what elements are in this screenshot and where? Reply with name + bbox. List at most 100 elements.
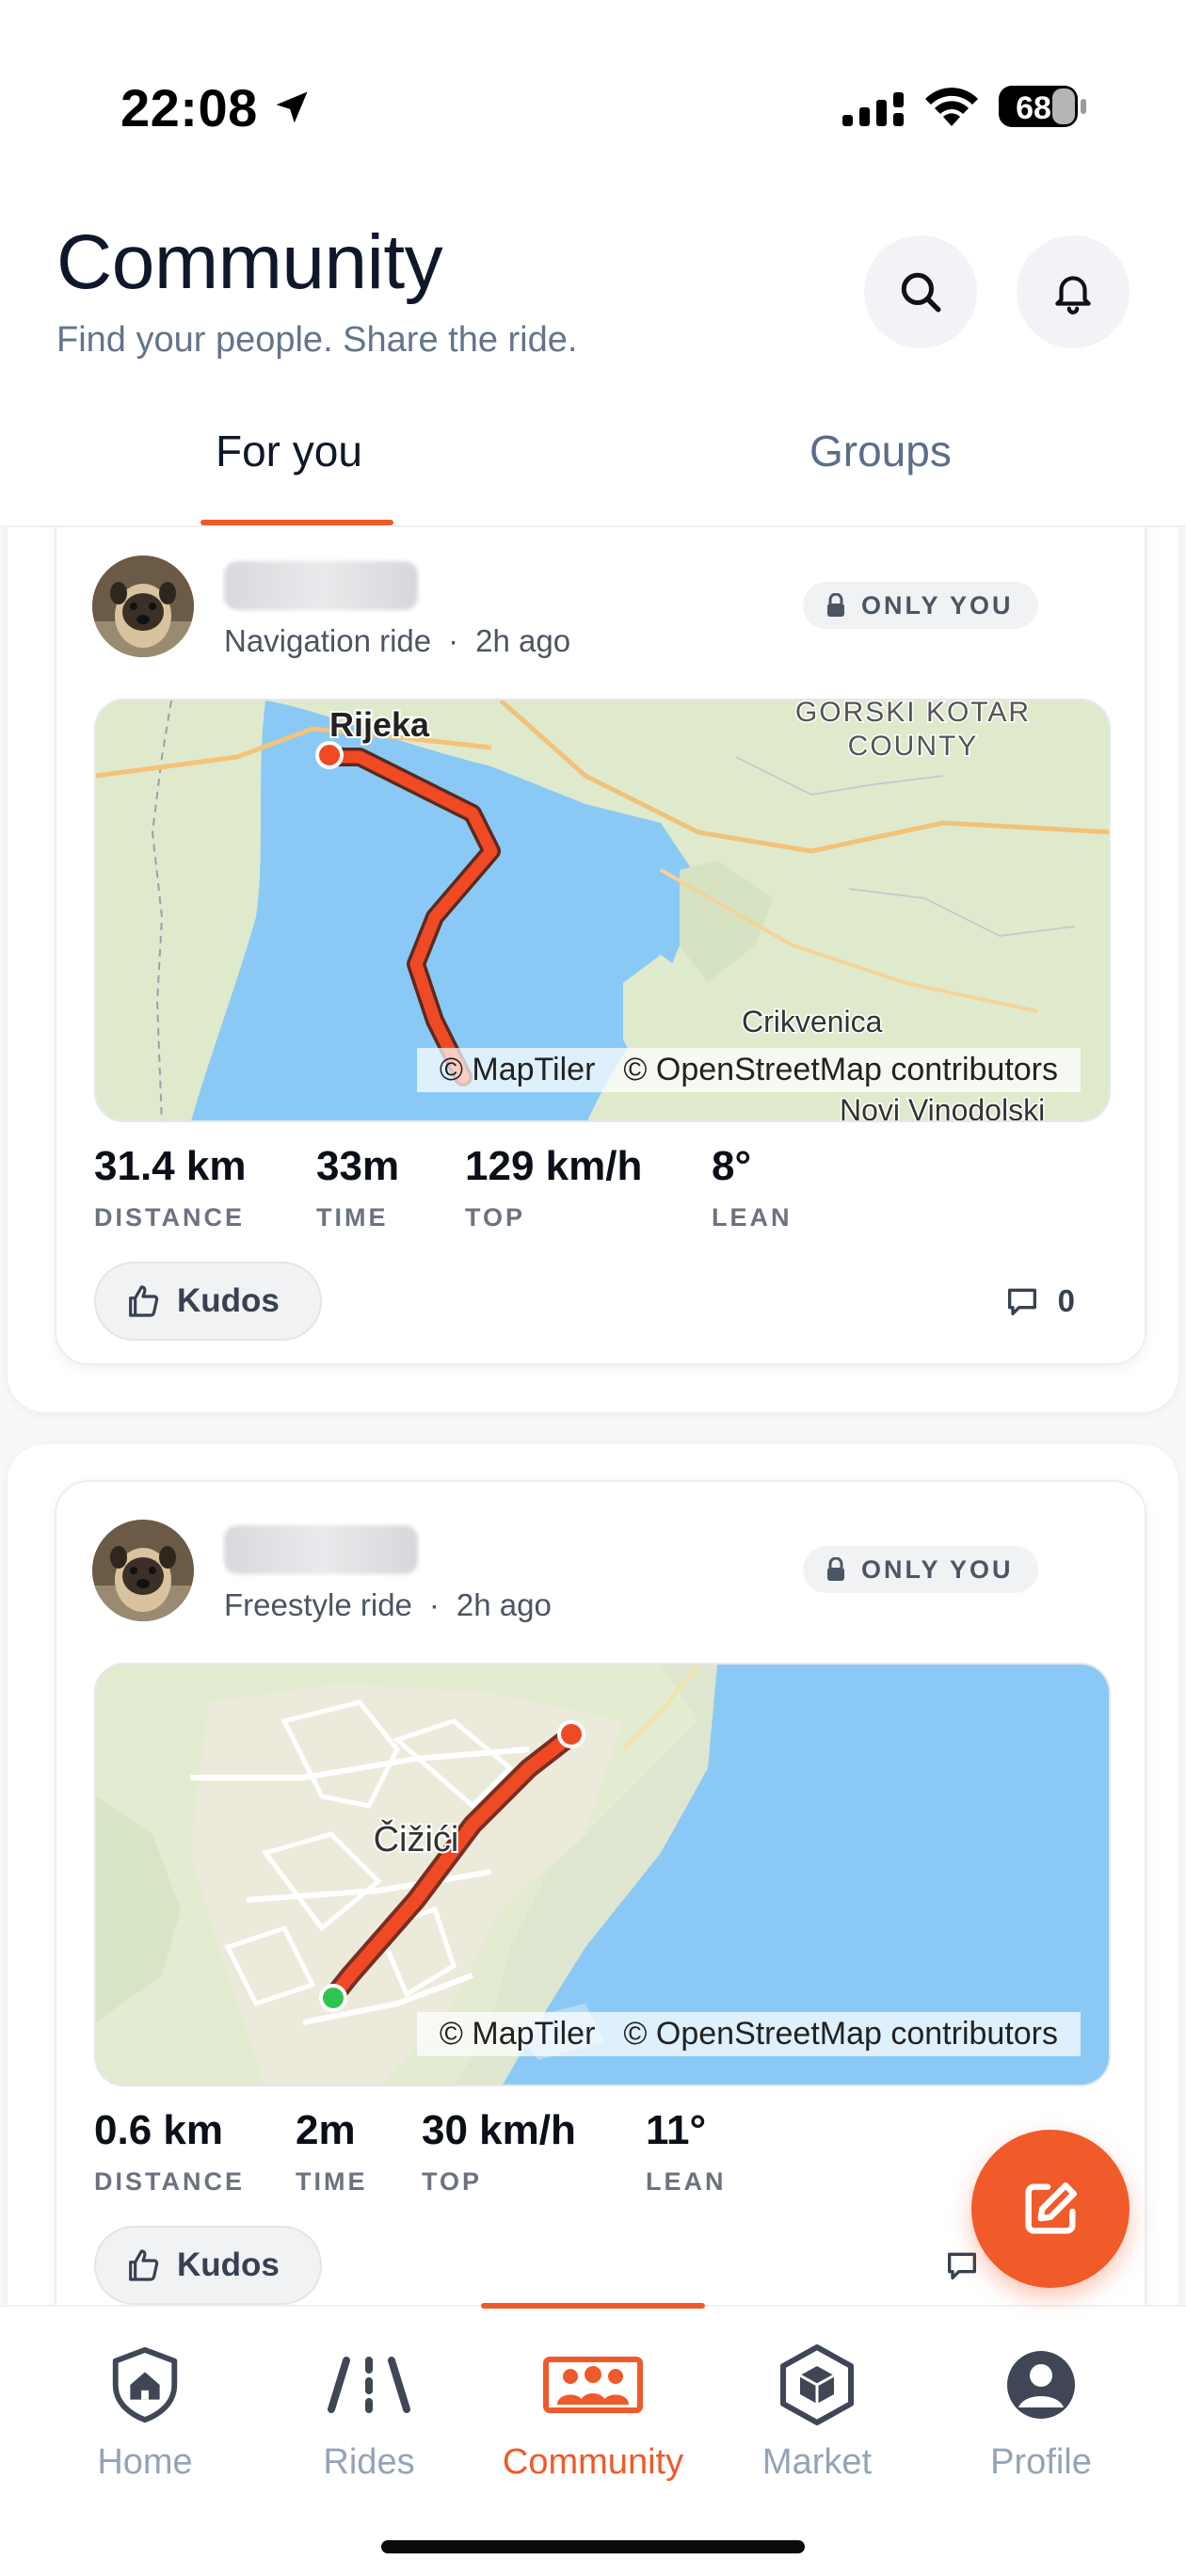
- home-indicator[interactable]: [381, 2540, 805, 2553]
- ride-time-ago: 2h ago: [475, 623, 571, 658]
- attribution-osm[interactable]: © OpenStreetMap contributors: [623, 1052, 1058, 1087]
- bell-icon: [1055, 276, 1091, 314]
- tab-groups[interactable]: Groups: [809, 426, 952, 476]
- stat-lean: 11° LEAN: [646, 2107, 727, 2197]
- ride-meta: Navigation ride · 2h ago: [224, 623, 570, 659]
- lock-icon: [827, 593, 844, 617]
- post-container: Navigation ride · 2h ago ONLY YOU Rijeka…: [8, 527, 1178, 1412]
- stat-value: 11°: [646, 2107, 707, 2153]
- nav-rides[interactable]: Rides: [256, 2333, 482, 2483]
- avatar[interactable]: [92, 555, 194, 657]
- stat-value: 0.6 km: [94, 2107, 223, 2153]
- stat-time: 2m TIME: [296, 2107, 368, 2197]
- status-time: 22:08: [120, 78, 258, 137]
- thumbs-up-icon: [129, 2249, 159, 2281]
- search-icon: [901, 272, 941, 313]
- stat-label: TIME: [316, 1203, 389, 1232]
- thumbs-up-icon: [129, 1285, 159, 1317]
- stat-value: 129 km/h: [465, 1143, 643, 1189]
- nav-label: Profile: [990, 2442, 1092, 2482]
- search-button[interactable]: [864, 235, 977, 348]
- nav-profile[interactable]: Profile: [928, 2333, 1154, 2483]
- kudos-label: Kudos: [177, 1282, 280, 1319]
- stat-distance: 0.6 km DISTANCE: [94, 2107, 245, 2197]
- ride-type: Navigation ride: [224, 623, 432, 658]
- map-label-cizici: Čižići: [374, 1818, 459, 1860]
- pug-avatar-image: [92, 555, 194, 657]
- ride-route-map[interactable]: Čižići © MapTiler © OpenStreetMap contrib…: [94, 1663, 1111, 2086]
- separator-dot: ·: [428, 1587, 440, 1622]
- map-label-county: COUNTY: [848, 731, 979, 762]
- stat-label: DISTANCE: [94, 1203, 246, 1232]
- pug-avatar-image: [92, 1520, 194, 1621]
- stat-value: 8°: [712, 1143, 752, 1189]
- comments-button[interactable]: 0: [1003, 1262, 1075, 1341]
- username-redacted[interactable]: [224, 561, 418, 610]
- nav-market[interactable]: Market: [704, 2333, 930, 2483]
- edit-square-icon: [1025, 2182, 1077, 2234]
- ride-post-card[interactable]: Navigation ride · 2h ago ONLY YOU Rijeka…: [55, 527, 1146, 1365]
- stat-time: 33m TIME: [316, 1143, 399, 1232]
- separator-dot: ·: [448, 623, 459, 658]
- wifi-icon: [925, 88, 978, 126]
- feed-tabs: For you Groups: [0, 405, 1186, 527]
- kudos-button[interactable]: Kudos: [94, 1262, 322, 1341]
- kudos-label: Kudos: [177, 2246, 280, 2283]
- home-shield-icon: [112, 2346, 178, 2423]
- comment-icon: [948, 2252, 976, 2279]
- stat-top-speed: 129 km/h TOP: [465, 1143, 642, 1232]
- map-label-rijeka: Rijeka: [329, 705, 430, 744]
- attribution-maptiler[interactable]: © MapTiler: [440, 2016, 595, 2052]
- avatar[interactable]: [92, 1520, 194, 1621]
- privacy-label: ONLY YOU: [861, 1555, 1014, 1584]
- tab-for-you[interactable]: For you: [216, 426, 362, 476]
- stat-distance: 31.4 km DISTANCE: [94, 1143, 246, 1232]
- username-redacted[interactable]: [224, 1525, 418, 1574]
- community-feed[interactable]: Navigation ride · 2h ago ONLY YOU Rijeka…: [0, 527, 1186, 2305]
- active-nav-indicator: [481, 2303, 705, 2309]
- stat-label: LEAN: [646, 2167, 727, 2196]
- stat-value: 2m: [296, 2107, 356, 2153]
- map-label-crikvenica: Crikvenica: [742, 1005, 883, 1038]
- stat-label: TOP: [422, 2167, 483, 2196]
- status-bar: 22:08 68: [0, 0, 1186, 179]
- comment-icon: [1007, 1288, 1036, 1315]
- nav-label: Market: [761, 2442, 873, 2482]
- active-tab-indicator: [200, 520, 393, 525]
- location-arrow-icon: [276, 91, 308, 123]
- bottom-navigation: Home Rides Community Market Profile: [0, 2303, 1186, 2576]
- attribution-maptiler[interactable]: © MapTiler: [440, 1052, 595, 1087]
- stat-value: 31.4 km: [94, 1143, 247, 1189]
- ride-meta: Freestyle ride · 2h ago: [224, 1587, 552, 1623]
- stat-label: TIME: [296, 2167, 368, 2196]
- profile-icon: [1007, 2351, 1075, 2419]
- attribution-osm[interactable]: © OpenStreetMap contributors: [623, 2016, 1058, 2052]
- privacy-label: ONLY YOU: [861, 591, 1014, 620]
- road-icon: [328, 2357, 410, 2413]
- nav-label: Rides: [323, 2442, 415, 2482]
- stat-label: DISTANCE: [94, 2167, 246, 2196]
- battery-icon: 68: [999, 86, 1086, 127]
- cellular-signal-icon: [842, 92, 904, 126]
- nav-home[interactable]: Home: [32, 2333, 258, 2483]
- stat-value: 30 km/h: [422, 2107, 576, 2153]
- lock-icon: [827, 1557, 844, 1581]
- stat-label: TOP: [465, 1203, 526, 1232]
- kudos-button[interactable]: Kudos: [94, 2226, 322, 2305]
- market-box-icon: [780, 2344, 854, 2425]
- nav-community[interactable]: Community: [480, 2333, 706, 2483]
- battery-level: 68: [1016, 90, 1051, 126]
- nav-label: Home: [97, 2442, 193, 2482]
- privacy-badge: ONLY YOU: [803, 582, 1038, 629]
- compose-post-button[interactable]: [971, 2130, 1130, 2288]
- notifications-button[interactable]: [1017, 235, 1130, 348]
- stat-lean: 8° LEAN: [712, 1143, 793, 1232]
- page-subtitle: Find your people. Share the ride.: [56, 320, 578, 360]
- stat-value: 33m: [316, 1143, 400, 1189]
- map-attribution[interactable]: © MapTiler © OpenStreetMap contributors: [416, 1048, 1081, 1092]
- stat-label: LEAN: [712, 1203, 793, 1232]
- map-attribution[interactable]: © MapTiler © OpenStreetMap contributors: [416, 2012, 1081, 2056]
- ride-route-map[interactable]: Rijeka GORSKI KOTAR COUNTY Crikvenica No…: [94, 699, 1111, 1122]
- ride-type: Freestyle ride: [224, 1587, 412, 1622]
- community-icon: [543, 2357, 643, 2413]
